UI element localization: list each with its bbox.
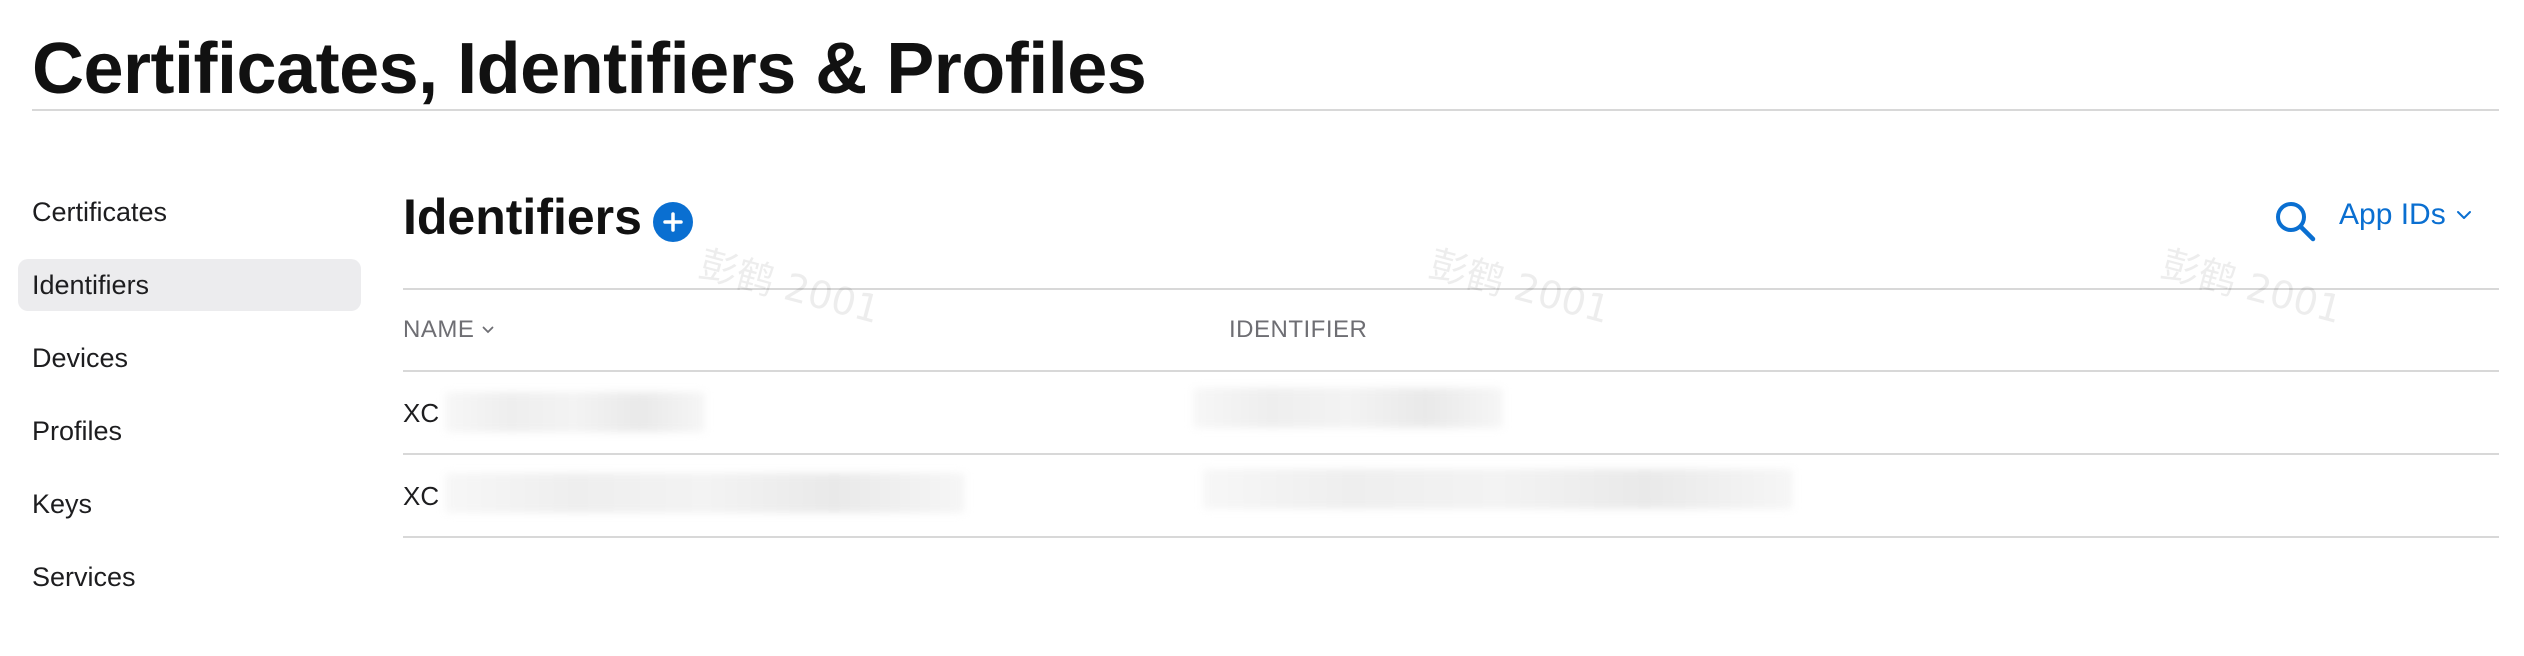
search-button[interactable] [2272,198,2318,244]
sidebar-item-profiles[interactable]: Profiles [18,405,361,457]
sidebar-item-label: Certificates [32,196,168,227]
sidebar-item-label: Profiles [32,415,123,446]
table-row[interactable]: XC [403,455,2499,538]
page-title: Certificates, Identifiers & Profiles [32,29,1147,109]
sidebar-item-label: Keys [32,488,93,519]
main-content: Identifiers App IDs NAME IDENTIFIER XC X… [403,180,2499,538]
name-column-header[interactable]: NAME [403,316,494,344]
row-name: XC [403,398,440,428]
sidebar-item-label: Identifiers [32,269,150,300]
name-column-label: NAME [403,316,475,343]
add-identifier-button[interactable] [653,202,693,242]
identifiers-table: NAME IDENTIFIER XC XC [403,290,2499,538]
redacted-identifier [1203,469,1793,509]
table-row[interactable]: XC [403,372,2499,455]
chevron-down-icon [2456,211,2471,219]
section-header: Identifiers App IDs [403,180,2499,260]
redacted-identifier [1193,388,1503,428]
sidebar-item-keys[interactable]: Keys [18,478,361,530]
table-header: NAME IDENTIFIER [403,290,2499,372]
page: Certificates, Identifiers & Profiles Cer… [0,0,2524,656]
row-name: XC [403,481,440,511]
sidebar: Certificates Identifiers Devices Profile… [18,186,361,624]
sidebar-item-certificates[interactable]: Certificates [18,186,361,238]
sidebar-item-devices[interactable]: Devices [18,332,361,384]
identifier-column-header: IDENTIFIER [1229,316,1368,343]
title-divider [32,109,2499,111]
redacted-name [445,473,965,513]
redacted-name [445,392,705,432]
sidebar-item-label: Services [32,561,136,592]
section-title: Identifiers [403,189,642,245]
sidebar-item-identifiers[interactable]: Identifiers [18,259,361,311]
sidebar-item-services[interactable]: Services [18,551,361,603]
search-icon [2276,202,2316,242]
identifier-type-select[interactable]: App IDs [2339,198,2472,232]
chevron-down-icon [482,326,494,334]
plus-icon [663,212,683,232]
sidebar-item-label: Devices [32,342,129,373]
filter-label: App IDs [2339,198,2446,231]
